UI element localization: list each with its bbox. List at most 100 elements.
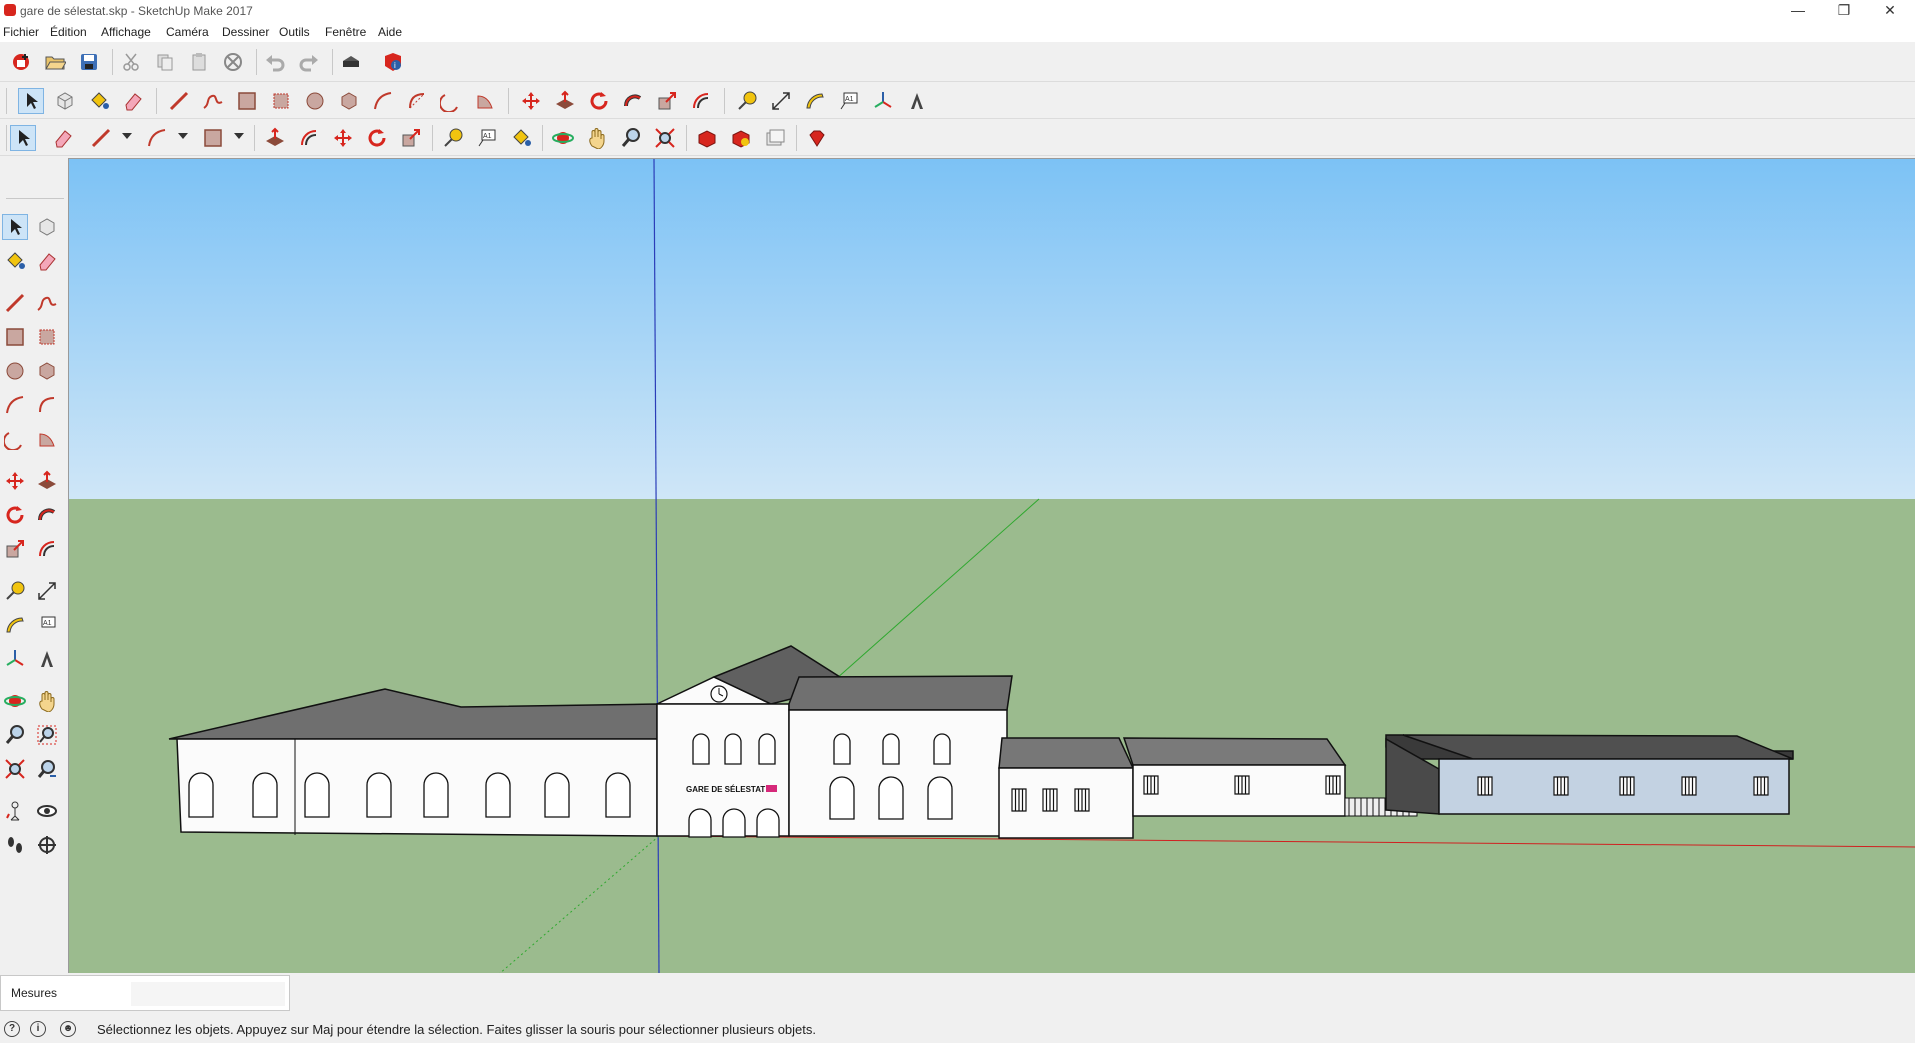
push-pull-icon[interactable] [262, 125, 288, 151]
eraser-icon[interactable] [120, 88, 146, 114]
select-icon[interactable] [10, 125, 36, 151]
rotated-rectangle-icon[interactable] [268, 88, 294, 114]
layout-icon[interactable] [762, 125, 788, 151]
three-point-arc-icon[interactable] [2, 426, 28, 452]
pie-icon[interactable] [34, 426, 60, 452]
text-icon[interactable]: A1 [474, 125, 500, 151]
rotate-icon[interactable] [364, 125, 390, 151]
model-info-icon[interactable]: i [380, 49, 406, 75]
rectangle-icon[interactable] [234, 88, 260, 114]
rotated-rectangle-icon[interactable] [34, 324, 60, 350]
measurements-input[interactable] [131, 982, 285, 1006]
line-icon[interactable] [166, 88, 192, 114]
position-camera-icon[interactable] [2, 798, 28, 824]
menu-edition[interactable]: Édition [50, 25, 87, 39]
undo-icon[interactable] [262, 49, 288, 75]
follow-me-icon[interactable] [620, 88, 646, 114]
pie-icon[interactable] [472, 88, 498, 114]
save-icon[interactable] [76, 49, 102, 75]
polygon-icon[interactable] [336, 88, 362, 114]
erase-icon[interactable] [220, 49, 246, 75]
rectangle-icon[interactable] [200, 125, 226, 151]
paint-bucket-icon[interactable] [86, 88, 112, 114]
line-icon[interactable] [2, 290, 28, 316]
menu-dessiner[interactable]: Dessiner [222, 25, 269, 39]
three-point-arc-icon[interactable] [438, 88, 464, 114]
zoom-icon[interactable] [618, 125, 644, 151]
menu-fichier[interactable]: Fichier [3, 25, 39, 39]
paste-icon[interactable] [186, 49, 212, 75]
geo-location-icon[interactable]: ? [4, 1021, 20, 1037]
arc-icon[interactable] [144, 125, 170, 151]
orbit-icon[interactable] [2, 688, 28, 714]
eraser-icon[interactable] [50, 125, 76, 151]
model-viewport[interactable]: GARE DE SÉLESTAT [68, 158, 1915, 973]
orbit-icon[interactable] [550, 125, 576, 151]
rotate-icon[interactable] [2, 502, 28, 528]
zoom-extents-icon[interactable] [2, 756, 28, 782]
dimension-icon[interactable] [34, 578, 60, 604]
scale-icon[interactable] [398, 125, 424, 151]
component-icon[interactable] [34, 214, 60, 240]
minimize-icon[interactable]: — [1775, 0, 1821, 22]
menu-outils[interactable]: Outils [279, 25, 310, 39]
copy-icon[interactable] [152, 49, 178, 75]
cut-icon[interactable] [118, 49, 144, 75]
3d-warehouse-icon[interactable] [694, 125, 720, 151]
offset-icon[interactable] [296, 125, 322, 151]
eraser-icon[interactable] [34, 248, 60, 274]
text-icon[interactable]: A1 [34, 612, 60, 638]
move-icon[interactable] [518, 88, 544, 114]
select-icon[interactable] [18, 88, 44, 114]
arc-dropdown-icon[interactable] [178, 133, 188, 139]
freehand-icon[interactable] [200, 88, 226, 114]
paint-bucket-icon[interactable] [2, 248, 28, 274]
line-icon[interactable] [88, 125, 114, 151]
shape-dropdown-icon[interactable] [234, 133, 244, 139]
push-pull-icon[interactable] [552, 88, 578, 114]
restore-icon[interactable]: ❐ [1821, 0, 1867, 22]
info-icon[interactable]: i [30, 1021, 46, 1037]
print-icon[interactable] [338, 49, 364, 75]
protractor-icon[interactable] [802, 88, 828, 114]
component-icon[interactable] [52, 88, 78, 114]
axes-icon[interactable] [870, 88, 896, 114]
scene-canvas[interactable]: GARE DE SÉLESTAT [69, 159, 1915, 973]
dimension-icon[interactable] [768, 88, 794, 114]
look-around-icon[interactable] [34, 798, 60, 824]
push-pull-icon[interactable] [34, 468, 60, 494]
user-icon[interactable]: ☻ [60, 1021, 76, 1037]
two-point-arc-icon[interactable] [34, 392, 60, 418]
zoom-extents-icon[interactable] [652, 125, 678, 151]
axes-icon[interactable] [2, 646, 28, 672]
tape-measure-icon[interactable] [2, 578, 28, 604]
3d-text-icon[interactable] [904, 88, 930, 114]
text-icon[interactable]: A1 [836, 88, 862, 114]
previous-view-icon[interactable] [34, 756, 60, 782]
freehand-icon[interactable] [34, 290, 60, 316]
two-point-arc-icon[interactable] [404, 88, 430, 114]
ruby-icon[interactable] [804, 125, 830, 151]
menu-aide[interactable]: Aide [378, 25, 402, 39]
3d-text-icon[interactable] [34, 646, 60, 672]
select-icon[interactable] [2, 214, 28, 240]
offset-icon[interactable] [34, 536, 60, 562]
menu-affichage[interactable]: Affichage [101, 25, 151, 39]
zoom-icon[interactable] [2, 722, 28, 748]
menu-fenetre[interactable]: Fenêtre [325, 25, 366, 39]
offset-icon[interactable] [688, 88, 714, 114]
scale-icon[interactable] [2, 536, 28, 562]
new-icon[interactable] [8, 49, 34, 75]
line-dropdown-icon[interactable] [122, 133, 132, 139]
close-icon[interactable]: ✕ [1867, 0, 1913, 22]
protractor-icon[interactable] [2, 612, 28, 638]
polygon-icon[interactable] [34, 358, 60, 384]
tape-measure-icon[interactable] [734, 88, 760, 114]
move-icon[interactable] [2, 468, 28, 494]
extension-warehouse-icon[interactable] [728, 125, 754, 151]
arc-icon[interactable] [2, 392, 28, 418]
menu-camera[interactable]: Caméra [166, 25, 209, 39]
circle-icon[interactable] [302, 88, 328, 114]
zoom-window-icon[interactable] [34, 722, 60, 748]
redo-icon[interactable] [296, 49, 322, 75]
